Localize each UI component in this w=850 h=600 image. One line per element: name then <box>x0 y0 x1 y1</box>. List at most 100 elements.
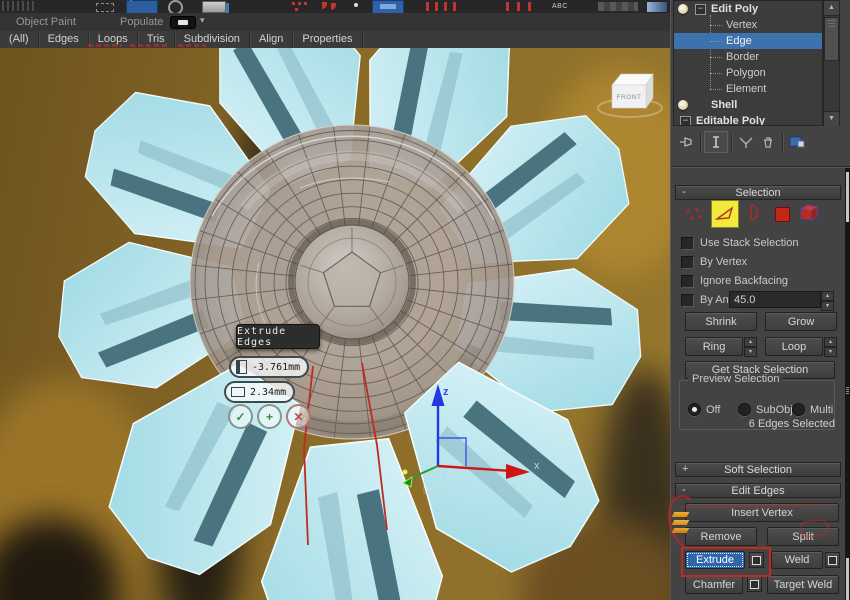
tab-align[interactable]: Align <box>250 31 293 48</box>
viewport-3d-scene[interactable]: z x FRONT <box>0 48 670 600</box>
viewcube[interactable]: FRONT <box>598 74 662 117</box>
by-angle-checkbox[interactable] <box>681 294 694 307</box>
weld-settings-button[interactable] <box>825 552 840 568</box>
by-angle-spinner[interactable]: ▴▾ <box>821 291 834 308</box>
layer-icons[interactable] <box>506 2 536 11</box>
ribbon-tab-object-paint[interactable]: Object Paint <box>16 13 76 31</box>
loop-spinner[interactable]: ▴▾ <box>824 337 837 356</box>
remove-modifier-icon[interactable] <box>757 132 779 152</box>
scrollbar-thumb[interactable] <box>846 558 849 600</box>
modifier-on-icon[interactable] <box>678 4 688 14</box>
tab-edges[interactable]: Edges <box>39 31 89 48</box>
stack-item-edge[interactable]: Edge <box>674 33 822 49</box>
weld-button[interactable]: Weld <box>771 551 823 569</box>
scrollbar-thumb[interactable] <box>846 172 849 222</box>
radio-subobj[interactable] <box>738 403 751 416</box>
ring-spinner[interactable]: ▴▾ <box>744 337 757 356</box>
preview-multi-option[interactable]: Multi <box>792 403 833 416</box>
ribbon-tab-populate[interactable]: Populate <box>120 13 163 31</box>
tab-all[interactable]: (All) <box>0 31 39 48</box>
target-weld-button[interactable]: Target Weld <box>767 575 839 594</box>
chamfer-button[interactable]: Chamfer <box>685 575 743 594</box>
radio-off[interactable] <box>688 403 701 416</box>
stack-item-polygon[interactable]: Polygon <box>674 65 822 81</box>
spin-down-icon[interactable]: ▾ <box>744 347 757 357</box>
window-icon[interactable] <box>202 1 226 13</box>
configure-modifier-sets-icon[interactable] <box>786 132 808 152</box>
by-vertex-checkbox[interactable] <box>681 256 694 269</box>
caddy-ok-button[interactable]: ✓ <box>228 404 253 429</box>
slider-icons[interactable] <box>598 2 638 11</box>
dot-icon[interactable] <box>354 3 358 7</box>
show-end-result-icon[interactable] <box>704 131 728 153</box>
stack-item-vertex[interactable]: Vertex <box>674 17 822 33</box>
make-unique-icon[interactable] <box>735 132 757 152</box>
divider <box>700 133 701 151</box>
preview-off-option[interactable]: Off <box>688 403 720 416</box>
pin-stack-icon[interactable] <box>675 132 697 152</box>
select-move-icon[interactable] <box>126 0 158 14</box>
preview-subobj-option[interactable]: SubObj <box>738 403 793 416</box>
extrude-height-control[interactable]: -3.761mm <box>229 356 309 378</box>
by-angle-field[interactable]: 45.0 <box>729 291 821 308</box>
soft-selection-rollout-header[interactable]: + Soft Selection <box>675 462 841 477</box>
caddy-cancel-button[interactable]: ✕ <box>286 404 311 429</box>
ribbon-minimize-button[interactable] <box>170 16 196 29</box>
checkbox-label: Use Stack Selection <box>700 237 798 249</box>
border-mode-icon[interactable] <box>747 203 763 225</box>
vertex-mode-icon[interactable] <box>685 207 703 225</box>
spin-down-icon[interactable]: ▾ <box>824 347 837 357</box>
grow-button[interactable]: Grow <box>765 312 837 331</box>
radio-label: Multi <box>810 404 833 416</box>
collapse-icon[interactable]: − <box>695 4 706 15</box>
tree-stub <box>710 25 722 26</box>
extrude-width-value[interactable]: 2.34mm <box>250 387 286 398</box>
selection-rollout-header[interactable]: - Selection <box>675 185 841 200</box>
spin-up-icon[interactable]: ▴ <box>744 337 757 347</box>
stack-item-editable-poly[interactable]: − Editable Poly <box>674 113 822 126</box>
modifier-on-icon[interactable] <box>678 100 688 110</box>
edge-mode-icon[interactable] <box>711 200 739 228</box>
watermark-scribble <box>178 44 206 47</box>
stack-item-edit-poly[interactable]: − Edit Poly <box>674 1 822 17</box>
chevron-down-icon[interactable]: ▾ <box>200 15 205 26</box>
shrink-button[interactable]: Shrink <box>685 312 757 331</box>
perspective-viewport[interactable]: z x FRONT Extrude Edges -3.761mm 2.34mm … <box>0 48 670 600</box>
loop-button[interactable]: Loop <box>765 337 823 356</box>
tab-properties[interactable]: Properties <box>293 31 362 48</box>
extrude-width-control[interactable]: 2.34mm <box>224 381 295 403</box>
stack-scrollbar[interactable]: ▲ ▼ <box>823 0 840 126</box>
ring-button[interactable]: Ring <box>685 337 743 356</box>
stack-item-label: Shell <box>711 99 737 111</box>
use-stack-selection-checkbox[interactable] <box>681 237 694 250</box>
marquee-icon[interactable] <box>96 3 114 12</box>
align-icons[interactable] <box>426 2 462 11</box>
spin-up-icon[interactable]: ▴ <box>821 291 834 301</box>
curve-icon[interactable] <box>322 2 327 9</box>
stack-item-label: Editable Poly <box>696 115 765 126</box>
panel-scrollbar[interactable] <box>845 168 850 600</box>
radio-multi[interactable] <box>792 403 805 416</box>
polygon-mode-icon[interactable] <box>775 207 790 222</box>
edit-edges-rollout-header[interactable]: - Edit Edges <box>675 483 841 498</box>
spin-down-icon[interactable]: ▾ <box>821 301 834 311</box>
scrollbar-thumb[interactable] <box>824 17 839 61</box>
extrude-height-value[interactable]: -3.761mm <box>252 362 300 373</box>
stack-item-shell[interactable]: Shell <box>674 97 822 113</box>
stack-item-border[interactable]: Border <box>674 49 822 65</box>
spin-up-icon[interactable]: ▴ <box>824 337 837 347</box>
collapse-icon[interactable]: − <box>680 116 691 127</box>
stack-toolbar <box>675 130 835 154</box>
chamfer-settings-button[interactable] <box>747 576 762 592</box>
mirror-icon[interactable] <box>372 0 404 14</box>
abc-icon[interactable]: ABC <box>552 3 574 13</box>
blue-panel-icon[interactable] <box>646 1 668 13</box>
snap-tools-icon[interactable] <box>2 1 36 11</box>
scroll-down-button[interactable]: ▼ <box>824 111 839 126</box>
scroll-up-button[interactable]: ▲ <box>824 1 839 16</box>
ignore-backfacing-checkbox[interactable] <box>681 275 694 288</box>
caddy-apply-button[interactable]: + <box>257 404 282 429</box>
red-dots-icon[interactable] <box>292 2 295 5</box>
element-mode-icon[interactable] <box>799 202 820 225</box>
stack-item-element[interactable]: Element <box>674 81 822 97</box>
